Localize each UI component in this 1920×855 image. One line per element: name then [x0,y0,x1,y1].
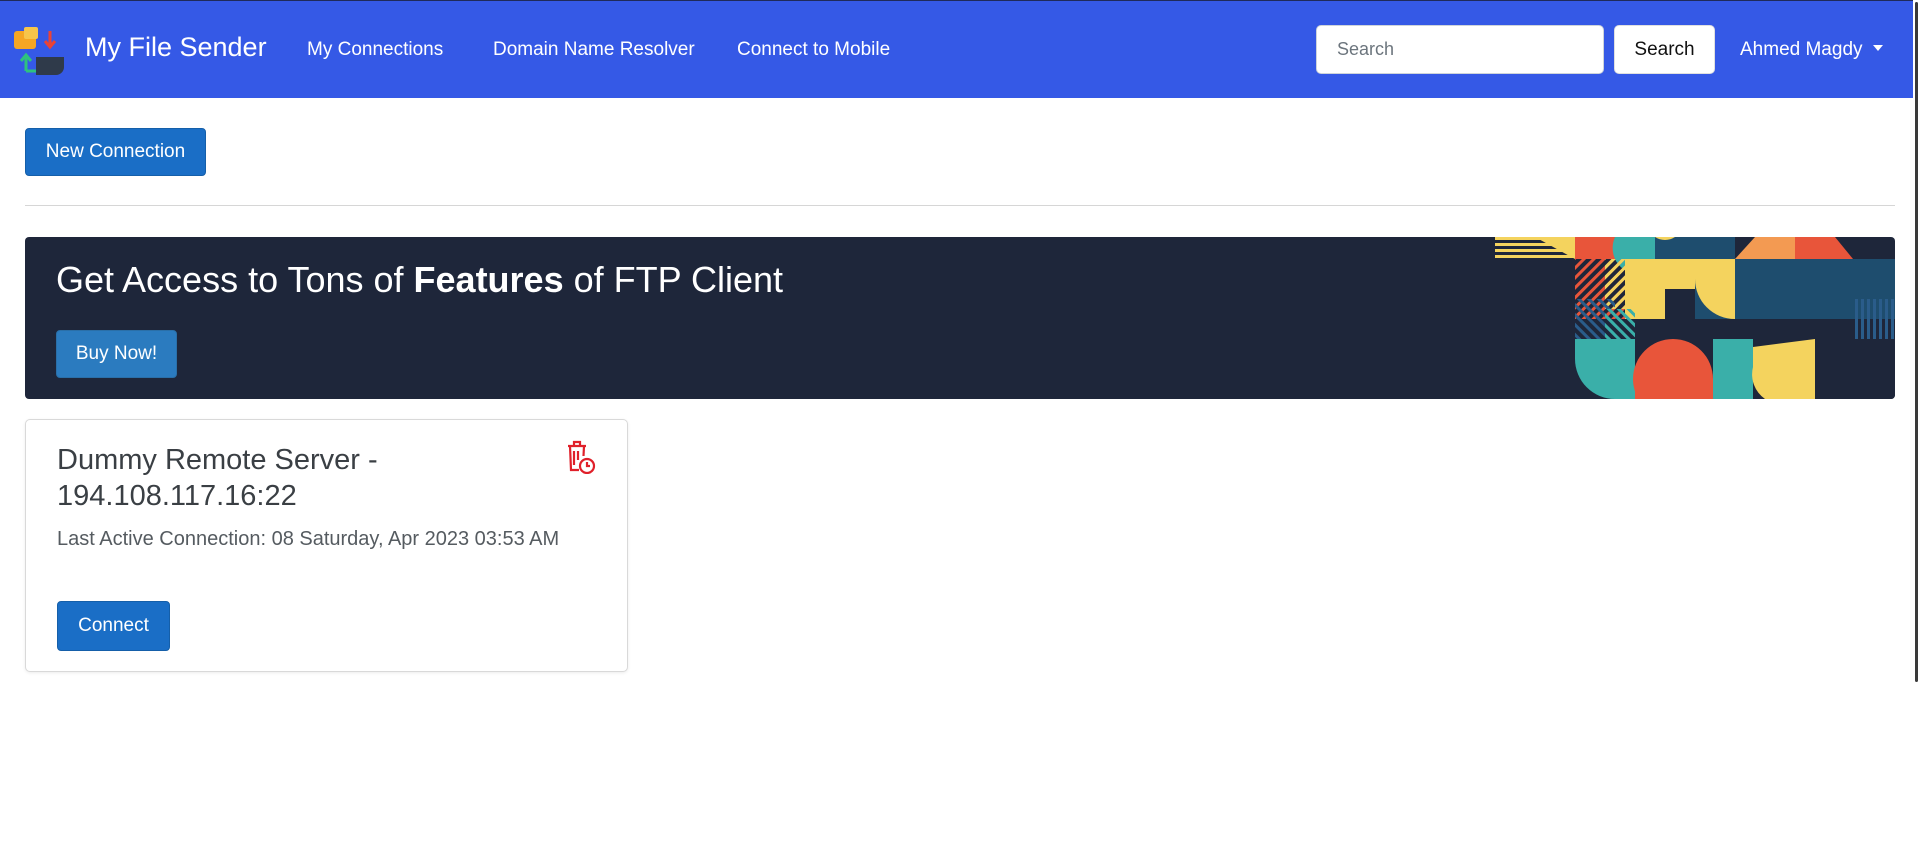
user-name: Ahmed Magdy [1740,39,1863,60]
divider [25,205,1895,206]
brand-name[interactable]: My File Sender [85,32,267,63]
nav-connect-to-mobile[interactable]: Connect to Mobile [737,39,890,61]
connection-title: Dummy Remote Server - 194.108.117.16:22 [57,444,378,512]
search-input[interactable] [1316,25,1604,74]
scrollbar-thumb[interactable] [1915,2,1918,682]
promo-banner: Get Access to Tons of Features of FTP Cl… [25,237,1895,399]
user-menu-dropdown[interactable]: Ahmed Magdy [1740,39,1883,61]
connection-card: Dummy Remote Server - 194.108.117.16:22 … [25,419,628,672]
banner-title: Get Access to Tons of Features of FTP Cl… [56,259,783,301]
new-connection-button[interactable]: New Connection [25,128,206,176]
trash-clock-icon[interactable] [566,440,596,474]
banner-title-bold: Features [413,259,564,300]
nav-domain-name-resolver[interactable]: Domain Name Resolver [493,39,695,61]
caret-down-icon [1872,45,1883,51]
nav-my-connections[interactable]: My Connections [307,39,443,61]
connect-button[interactable]: Connect [57,601,170,651]
search-button[interactable]: Search [1614,25,1715,74]
banner-title-suffix: of FTP Client [563,259,784,300]
last-active-text: Last Active Connection: 08 Saturday, Apr… [57,528,560,550]
vertical-scrollbar[interactable] [1913,0,1920,855]
app-logo-icon[interactable] [14,27,66,75]
banner-geometric-art [1495,237,1895,399]
banner-title-prefix: Get Access to Tons of [56,259,414,300]
top-navbar: My File Sender My Connections Domain Nam… [0,0,1920,98]
buy-now-button[interactable]: Buy Now! [56,330,177,378]
